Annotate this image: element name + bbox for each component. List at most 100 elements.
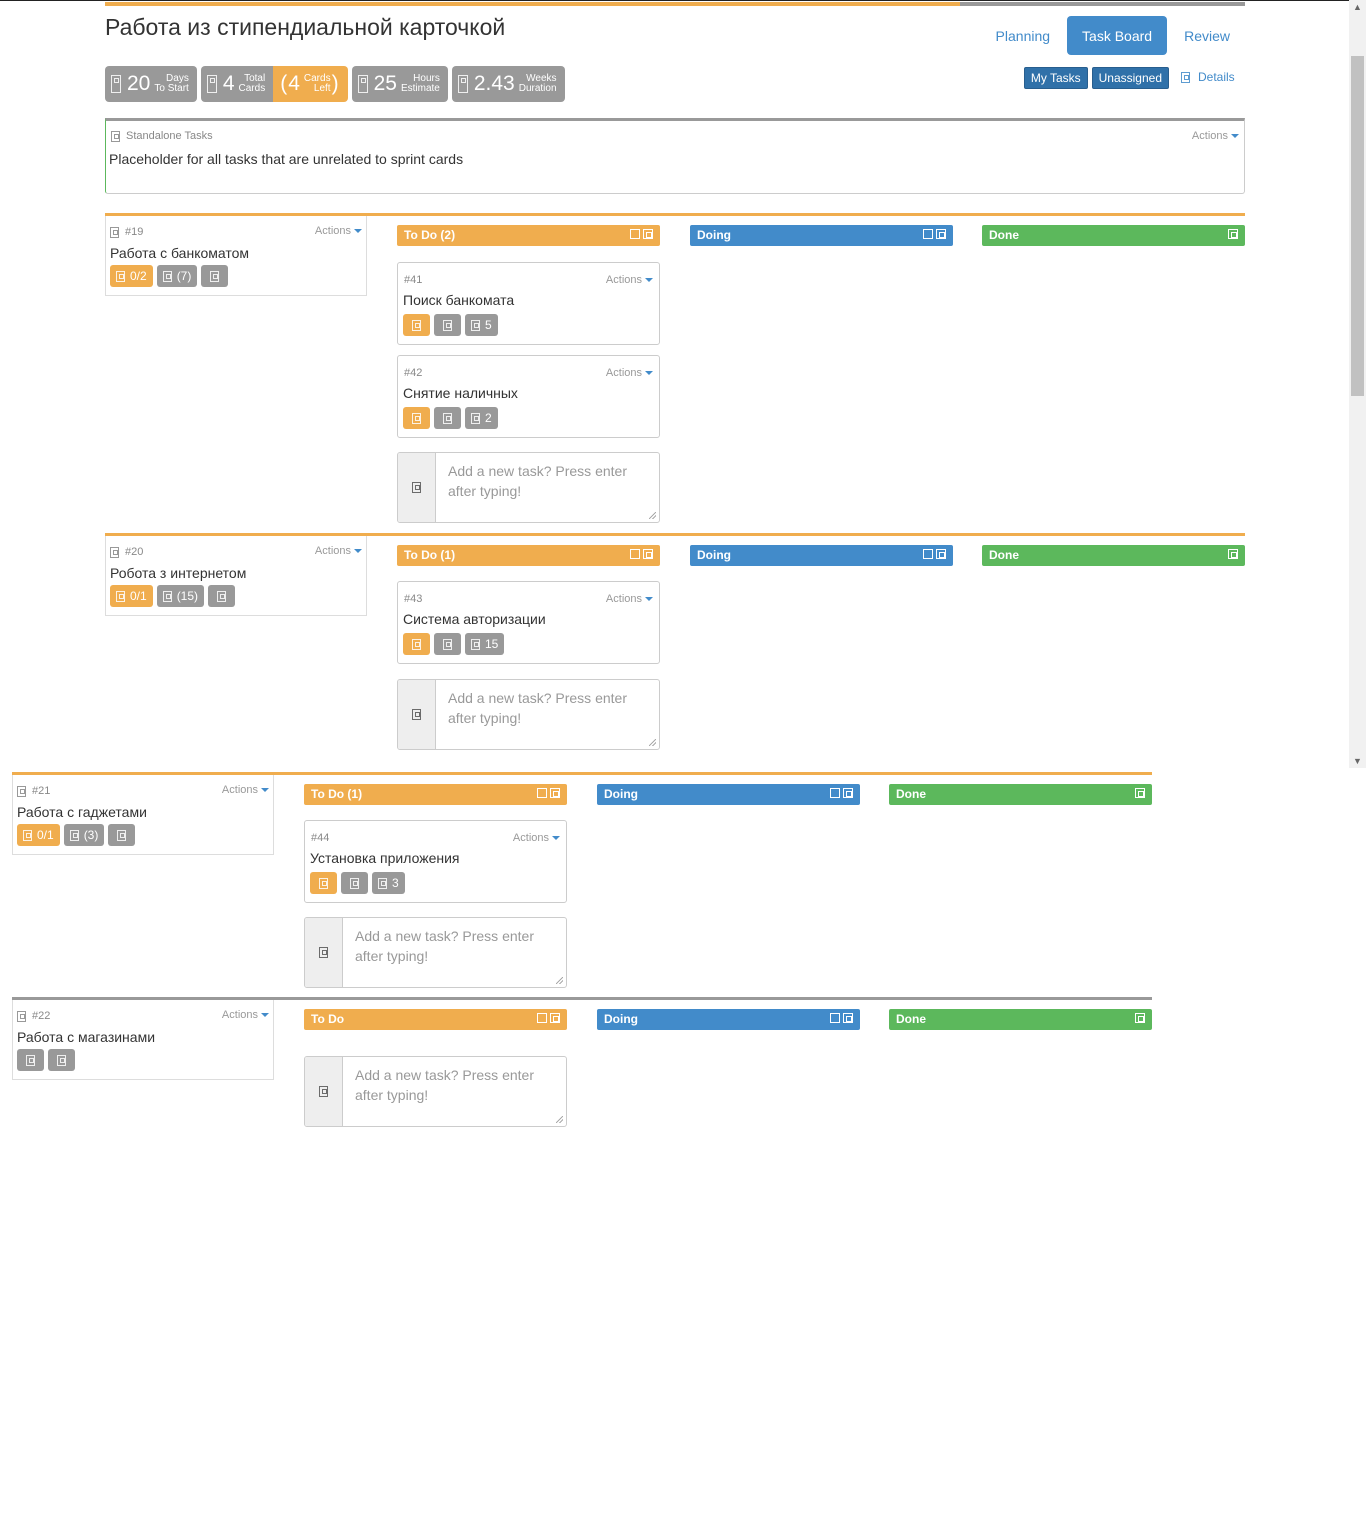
actions-dropdown[interactable]: Actions	[222, 784, 269, 796]
scroll-down-arrow-icon[interactable]: ▼	[1353, 756, 1362, 766]
details-link[interactable]: Details	[1181, 70, 1235, 84]
task-hours-badge[interactable]: 3	[372, 872, 405, 894]
add-task-addon	[305, 918, 343, 987]
actions-dropdown[interactable]: Actions	[315, 545, 362, 557]
column-tools	[830, 1013, 853, 1023]
collapse-icon[interactable]	[923, 229, 933, 239]
task-card[interactable]: #43 Actions Система авторизации 15	[397, 581, 660, 664]
expand-icon[interactable]	[843, 788, 853, 798]
task-status-badge[interactable]	[310, 872, 337, 894]
assignee-badge[interactable]	[48, 1049, 75, 1071]
task-status-badge[interactable]	[403, 633, 430, 655]
add-task-input[interactable]: Add a new task? Press enter after typing…	[304, 1056, 567, 1127]
collapse-icon[interactable]	[630, 549, 640, 559]
actions-label: Actions	[1191, 130, 1228, 142]
clock-icon	[26, 1054, 35, 1066]
task-progress-badge[interactable]: 0/1	[110, 585, 153, 607]
collapse-icon[interactable]	[537, 788, 547, 798]
hours-badge[interactable]: (15)	[156, 585, 205, 607]
expand-icon[interactable]	[1135, 1013, 1145, 1023]
expand-icon[interactable]	[1228, 229, 1238, 239]
expand-icon[interactable]	[843, 1013, 853, 1023]
clock-icon	[69, 829, 79, 841]
resize-grip-icon[interactable]	[649, 512, 656, 519]
expand-icon[interactable]	[1135, 788, 1145, 798]
tab-planning[interactable]: Planning	[981, 16, 1066, 55]
task-progress-badge[interactable]: 0/2	[110, 265, 153, 287]
add-task-input[interactable]: Add a new task? Press enter after typing…	[304, 917, 567, 988]
tab-review[interactable]: Review	[1169, 16, 1245, 55]
actions-dropdown[interactable]: Actions	[606, 274, 653, 286]
expand-icon[interactable]	[550, 788, 560, 798]
add-task-input[interactable]: Add a new task? Press enter after typing…	[397, 679, 660, 750]
expand-icon[interactable]	[936, 229, 946, 239]
stat-total-cards-sublabel: Cards	[238, 83, 266, 94]
add-task-placeholder[interactable]: Add a new task? Press enter after typing…	[436, 680, 659, 749]
expand-icon[interactable]	[550, 1013, 560, 1023]
assignee-badge[interactable]	[201, 265, 229, 287]
add-task-placeholder[interactable]: Add a new task? Press enter after typing…	[343, 918, 566, 987]
assignee-badge[interactable]	[208, 585, 236, 607]
actions-dropdown[interactable]: Actions	[315, 225, 362, 237]
collapse-icon[interactable]	[830, 1013, 840, 1023]
resize-grip-icon[interactable]	[556, 977, 563, 984]
actions-dropdown[interactable]: Actions	[606, 367, 653, 379]
scrollbar[interactable]: ▲ ▼	[1349, 0, 1366, 768]
window-top-border	[0, 0, 1366, 1]
collapse-icon[interactable]	[630, 229, 640, 239]
expand-icon[interactable]	[643, 229, 653, 239]
column-tools	[1135, 788, 1145, 798]
collapse-icon[interactable]	[537, 1013, 547, 1023]
tab-task-board[interactable]: Task Board	[1067, 16, 1168, 55]
clock-icon	[357, 75, 368, 93]
column-title: Done	[896, 1012, 926, 1026]
collapse-icon[interactable]	[830, 788, 840, 798]
add-task-placeholder[interactable]: Add a new task? Press enter after typing…	[343, 1057, 566, 1126]
add-task-placeholder[interactable]: Add a new task? Press enter after typing…	[436, 453, 659, 522]
scroll-up-arrow-icon[interactable]: ▲	[1353, 2, 1362, 12]
hours-badge[interactable]	[17, 1049, 44, 1071]
task-hours-badge[interactable]: 5	[465, 314, 498, 336]
task-assignee-badge[interactable]	[434, 633, 461, 655]
scrollbar-thumb[interactable]	[1351, 56, 1364, 396]
task-assignee-badge[interactable]	[341, 872, 368, 894]
task-progress-badge[interactable]: 0/1	[17, 824, 60, 846]
task-assignee-badge[interactable]	[434, 314, 461, 336]
hours-badge[interactable]: (3)	[63, 824, 105, 846]
expand-icon[interactable]	[1228, 549, 1238, 559]
task-hours-badge[interactable]: 2	[465, 407, 498, 429]
task-card[interactable]: #42 Actions Снятие наличных 2	[397, 355, 660, 438]
user-icon	[443, 319, 452, 331]
task-number: #44	[311, 832, 330, 844]
task-status-badge[interactable]	[403, 407, 430, 429]
caret-down-icon	[552, 836, 560, 841]
actions-dropdown[interactable]: Actions	[513, 832, 560, 844]
caret-down-icon	[645, 597, 653, 602]
collapse-icon[interactable]	[923, 549, 933, 559]
assignee-badge[interactable]	[108, 824, 136, 846]
sprint-card[interactable]: #22 Actions Работа с магазинами	[12, 1000, 274, 1080]
expand-icon[interactable]	[936, 549, 946, 559]
sprint-card[interactable]: #21 Actions Работа с гаджетами 0/1 (3)	[12, 775, 274, 855]
my-tasks-button[interactable]: My Tasks	[1023, 67, 1088, 89]
task-card[interactable]: #44 Actions Установка приложения 3	[304, 820, 567, 903]
sprint-card[interactable]: #19 Actions Работа с банкоматом 0/2 (7)	[105, 216, 367, 296]
hours-badge[interactable]: (7)	[156, 265, 198, 287]
add-task-input[interactable]: Add a new task? Press enter after typing…	[397, 452, 660, 523]
unassigned-button[interactable]: Unassigned	[1091, 67, 1169, 89]
expand-icon[interactable]	[643, 549, 653, 559]
column-title: To Do (1)	[404, 548, 456, 562]
task-status-badge[interactable]	[403, 314, 430, 336]
resize-grip-icon[interactable]	[556, 1116, 563, 1123]
actions-dropdown[interactable]: Actions	[606, 593, 653, 605]
actions-dropdown[interactable]: Actions	[222, 1009, 269, 1021]
sprint-card[interactable]: #20 Actions Робота з интернетом 0/1 (15)	[105, 536, 367, 616]
status-icon	[412, 319, 421, 331]
standalone-actions-dropdown[interactable]: Actions	[1192, 130, 1239, 142]
task-assignee-badge[interactable]	[434, 407, 461, 429]
column-doing-header: Doing	[597, 1009, 860, 1030]
task-hours-badge[interactable]: 15	[465, 633, 505, 655]
task-card[interactable]: #41 Actions Поиск банкомата 5	[397, 262, 660, 345]
column-done-header: Done	[982, 545, 1245, 566]
resize-grip-icon[interactable]	[649, 739, 656, 746]
